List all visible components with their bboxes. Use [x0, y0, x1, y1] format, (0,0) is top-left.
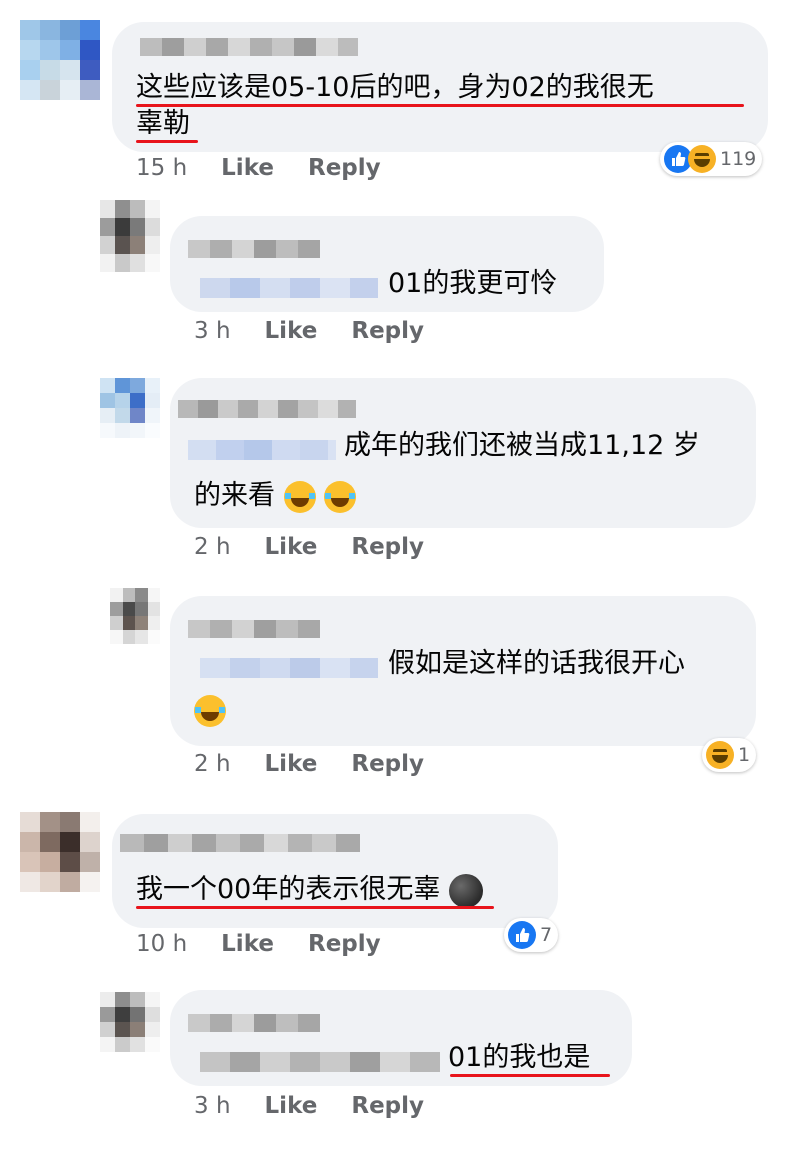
reaction-count: 7	[540, 924, 553, 946]
comment-text: 01的我也是	[448, 1042, 591, 1073]
username-blurred[interactable]	[140, 38, 358, 56]
comment-actions: 3 h Like Reply	[194, 318, 424, 344]
haha-icon	[706, 741, 734, 769]
username-blurred[interactable]	[188, 240, 320, 258]
comment-text-line: 我一个00年的表示很无辜	[136, 870, 483, 910]
comment-actions: 10 h Like Reply	[136, 931, 381, 957]
highlight-underline	[136, 906, 494, 909]
avatar-blurred[interactable]	[20, 812, 100, 892]
comment-actions: 15 h Like Reply	[136, 155, 381, 181]
reaction-summary[interactable]: 119	[660, 142, 763, 176]
comment-text: 假如是这样的话我很开心	[388, 648, 685, 679]
username-blurred[interactable]	[188, 620, 320, 638]
reply-button[interactable]: Reply	[308, 931, 381, 957]
username-blurred[interactable]	[188, 1014, 320, 1032]
comment-actions: 2 h Like Reply	[194, 751, 424, 777]
avatar-blurred[interactable]	[100, 992, 160, 1052]
haha-icon	[688, 145, 716, 173]
like-button[interactable]: Like	[221, 155, 274, 181]
reaction-count: 1	[738, 744, 751, 766]
reply-button[interactable]: Reply	[351, 751, 424, 777]
reply-button[interactable]: Reply	[308, 155, 381, 181]
timestamp[interactable]: 2 h	[194, 751, 231, 777]
laughing-tears-emoji	[324, 480, 357, 513]
timestamp[interactable]: 15 h	[136, 155, 187, 181]
like-button[interactable]: Like	[265, 1093, 318, 1119]
timestamp[interactable]: 3 h	[194, 318, 231, 344]
tagged-name-blurred[interactable]	[188, 440, 336, 460]
username-blurred[interactable]	[178, 400, 356, 418]
avatar-blurred[interactable]	[100, 200, 160, 272]
comment-text-segment: 的来看	[194, 480, 275, 511]
reply-button[interactable]: Reply	[351, 1093, 424, 1119]
comment-text-line: 辜勒	[136, 108, 190, 139]
like-icon	[508, 921, 536, 949]
timestamp[interactable]: 2 h	[194, 534, 231, 560]
timestamp[interactable]: 3 h	[194, 1093, 231, 1119]
like-button[interactable]: Like	[221, 931, 274, 957]
avatar-blurred[interactable]	[100, 378, 160, 438]
reaction-summary[interactable]: 7	[504, 918, 559, 952]
highlight-underline	[450, 1074, 610, 1077]
comment-text-segment: 我一个00年的表示很无辜	[136, 874, 441, 905]
username-blurred[interactable]	[120, 834, 360, 852]
tagged-name-blurred[interactable]	[200, 658, 378, 678]
comment-actions: 2 h Like Reply	[194, 534, 424, 560]
avatar-blurred[interactable]	[110, 588, 160, 644]
comment-text-line: 成年的我们还被当成11,12 岁	[344, 430, 700, 461]
like-button[interactable]: Like	[265, 751, 318, 777]
highlight-underline	[136, 140, 198, 143]
comment-text: 01的我更可怜	[388, 268, 558, 299]
tagged-name-blurred[interactable]	[200, 278, 378, 298]
tagged-name-blurred[interactable]	[200, 1052, 440, 1072]
avatar-blurred[interactable]	[20, 20, 100, 100]
like-button[interactable]: Like	[265, 318, 318, 344]
laughing-tears-emoji	[194, 694, 226, 727]
timestamp[interactable]: 10 h	[136, 931, 187, 957]
new-moon-face-emoji	[448, 873, 483, 908]
reply-button[interactable]: Reply	[351, 318, 424, 344]
reaction-summary[interactable]: 1	[702, 738, 757, 772]
laughing-tears-emoji	[283, 480, 316, 513]
comment-actions: 3 h Like Reply	[194, 1093, 424, 1119]
reply-button[interactable]: Reply	[351, 534, 424, 560]
like-button[interactable]: Like	[265, 534, 318, 560]
comment-text-line: 的来看	[194, 476, 357, 516]
comment-text-line	[194, 690, 226, 730]
highlight-underline	[136, 104, 744, 107]
comment-text-line: 这些应该是05-10后的吧，身为02的我很无	[136, 72, 654, 103]
reaction-count: 119	[720, 148, 757, 170]
